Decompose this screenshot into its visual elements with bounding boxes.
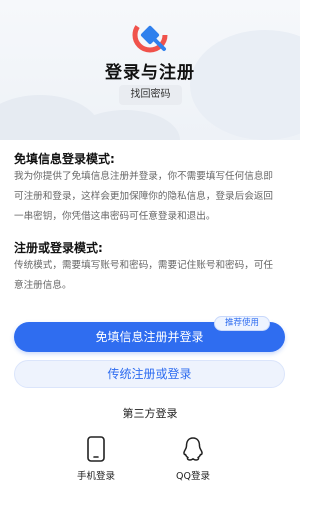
- section-heading-quick-login: 免填信息登录模式:: [14, 152, 115, 166]
- section-body-line: 我为你提供了免填信息注册并登录，你不需要填写任何信息即: [14, 171, 274, 182]
- section-body-line: 意注册信息。: [14, 280, 72, 291]
- section-body-quick-login: 我为你提供了免填信息注册并登录，你不需要填写任何信息即 可注册和登录，这样会更加…: [14, 167, 288, 227]
- recommended-badge: 推荐使用: [214, 316, 270, 331]
- section-body-line: 一串密钥，你凭借这串密码可任意登录和退出。: [14, 211, 216, 222]
- section-heading-traditional: 注册或登录模式:: [14, 241, 103, 255]
- section-body-line: 传统模式，需要填写账号和密码，需要记住账号和密码，可任: [14, 260, 274, 271]
- third-party-login-title: 第三方登录: [122, 407, 178, 420]
- page-title: 登录与注册: [105, 63, 195, 83]
- login-register-page: 登录与注册 找回密码 免填信息登录模式: 我为你提供了免填信息注册并登录，你不需…: [0, 0, 300, 510]
- traditional-register-login-button[interactable]: 传统注册或登录: [14, 360, 285, 388]
- section-body-line: 可注册和登录，这样会更加保障你的隐私信息，登录后会返回: [14, 191, 274, 202]
- app-logo-icon: [132, 17, 168, 53]
- section-body-traditional: 传统模式，需要填写账号和密码，需要记住账号和密码，可任 意注册信息。: [14, 256, 288, 296]
- phone-login-option[interactable]: 手机登录: [56, 436, 136, 482]
- phone-login-label: 手机登录: [76, 471, 115, 482]
- qq-icon: [183, 437, 203, 461]
- qq-login-label: QQ登录: [176, 471, 210, 482]
- qq-login-option[interactable]: QQ登录: [153, 436, 233, 482]
- phone-icon: [87, 436, 105, 462]
- find-password-button[interactable]: 找回密码: [119, 85, 182, 105]
